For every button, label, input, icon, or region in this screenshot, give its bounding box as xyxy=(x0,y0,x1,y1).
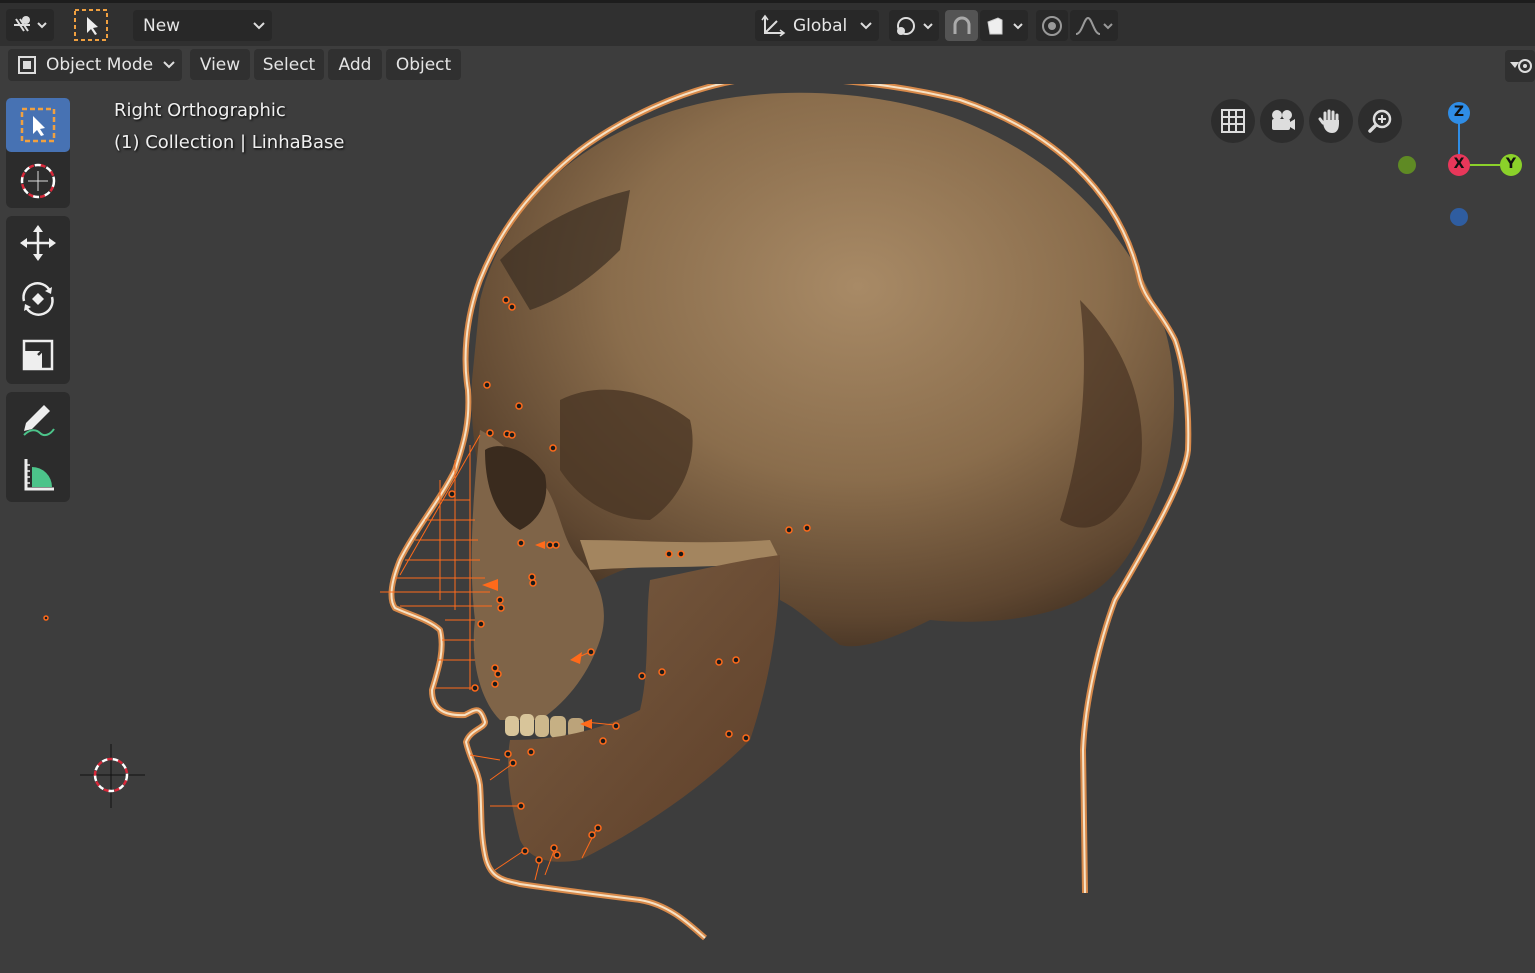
snap-face-icon xyxy=(987,16,1023,34)
gizmo-z-label: Z xyxy=(1453,104,1465,120)
menu-select[interactable]: Select xyxy=(254,49,324,80)
chevron-down-icon xyxy=(860,22,872,30)
falloff-dropdown[interactable] xyxy=(1070,10,1118,41)
viewport-canvas[interactable] xyxy=(0,84,1535,973)
gizmo-y-label: Y xyxy=(1505,156,1517,172)
tool-move[interactable] xyxy=(6,216,70,270)
select-tool-button[interactable] xyxy=(72,7,110,43)
move-icon xyxy=(20,225,56,261)
tool-group-select xyxy=(6,98,70,208)
falloff-curve-icon xyxy=(1075,16,1113,35)
3d-cursor-icon[interactable] xyxy=(80,744,145,808)
tool-cursor[interactable] xyxy=(6,154,70,208)
pivot-point-button[interactable] xyxy=(889,10,939,41)
viewport-header: Object Mode View Select Add Object xyxy=(0,46,1535,84)
zoom-icon xyxy=(1368,109,1392,133)
object-mode-icon xyxy=(18,56,36,74)
scale-icon xyxy=(22,339,54,371)
editor-type-button[interactable] xyxy=(6,9,54,41)
top-toolbar: New Global xyxy=(0,0,1535,46)
camera-icon xyxy=(1272,110,1295,130)
magnet-icon xyxy=(953,16,970,34)
view-name-label: Right Orthographic xyxy=(114,100,286,121)
visibility-filter-button[interactable] xyxy=(1505,50,1535,82)
tool-rotate[interactable] xyxy=(6,272,70,326)
menu-object[interactable]: Object xyxy=(386,49,461,80)
cursor-icon xyxy=(20,163,56,199)
tool-group-transform xyxy=(6,216,70,384)
gizmo-neg-y-icon[interactable] xyxy=(1398,156,1416,174)
rotate-icon xyxy=(22,282,54,316)
proportional-edit-icon xyxy=(1042,15,1062,36)
select-box-icon xyxy=(74,9,108,41)
zoom-view-button[interactable] xyxy=(1358,99,1402,143)
chevron-down-icon xyxy=(163,61,175,69)
brush-name: New xyxy=(143,15,181,36)
hand-icon xyxy=(1318,109,1339,133)
eye-filter-icon xyxy=(1510,59,1532,73)
snap-toggle-button[interactable] xyxy=(945,10,978,41)
tool-measure[interactable] xyxy=(6,448,70,502)
measure-icon xyxy=(24,459,54,491)
mode-label: Object Mode xyxy=(46,55,154,75)
annotate-icon xyxy=(23,405,55,437)
editor-type-icon xyxy=(14,16,47,32)
select-box-icon xyxy=(20,107,56,143)
menu-view[interactable]: View xyxy=(190,49,250,80)
tool-select-box[interactable] xyxy=(6,98,70,152)
chevron-down-icon xyxy=(253,22,265,30)
mode-dropdown[interactable]: Object Mode xyxy=(8,49,182,81)
snap-target-dropdown[interactable] xyxy=(980,10,1028,41)
transform-orientation-dropdown[interactable]: Global xyxy=(755,10,879,41)
gizmo-x-label: X xyxy=(1453,156,1465,172)
collection-info-label: (1) Collection | LinhaBase xyxy=(114,132,345,153)
gizmo-neg-z-icon[interactable] xyxy=(1450,208,1468,226)
pivot-point-icon xyxy=(897,16,933,35)
orientation-axis-icon xyxy=(761,14,786,37)
menu-add[interactable]: Add xyxy=(328,49,382,80)
tool-scale[interactable] xyxy=(6,328,70,382)
brush-dropdown[interactable]: New xyxy=(133,10,272,41)
tool-annotate[interactable] xyxy=(6,392,70,446)
tool-group-annotate xyxy=(6,392,70,502)
grid-icon xyxy=(1221,109,1245,133)
orientation-label: Global xyxy=(793,15,848,36)
proportional-edit-button[interactable] xyxy=(1036,10,1068,41)
toggle-grid-view-button[interactable] xyxy=(1211,99,1255,143)
camera-view-button[interactable] xyxy=(1260,99,1304,143)
pan-view-button[interactable] xyxy=(1309,99,1353,143)
